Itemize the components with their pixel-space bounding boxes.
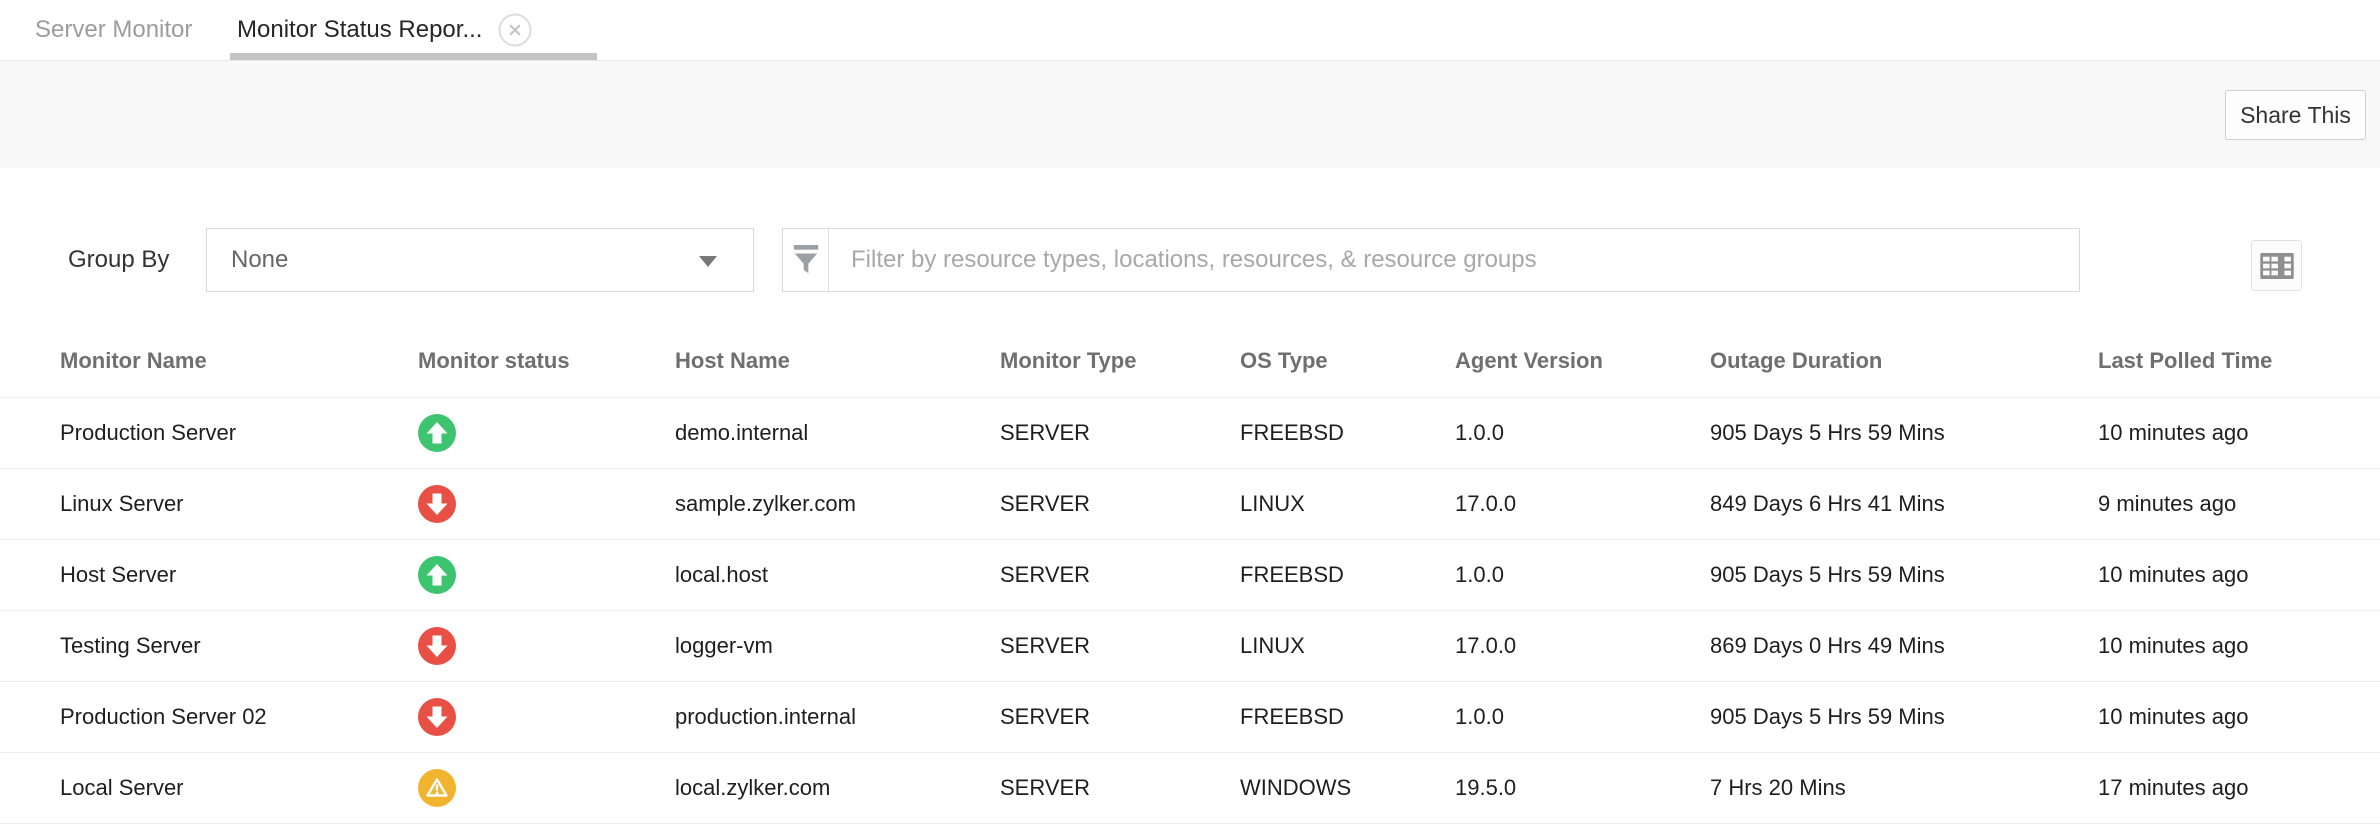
monitor-status-cell <box>418 610 675 681</box>
tab-server-monitor[interactable]: Server Monitor <box>35 0 192 60</box>
monitor-name-cell[interactable]: Production Server <box>0 397 418 468</box>
status-trouble-icon[interactable] <box>418 769 456 807</box>
monitor-name-cell[interactable]: Host Server <box>0 539 418 610</box>
group-by-label: Group By <box>68 228 169 292</box>
column-picker-button[interactable] <box>2251 240 2302 291</box>
host-name-cell: demo.internal <box>675 397 1000 468</box>
outage-duration-cell: 905 Days 5 Hrs 59 Mins <box>1710 397 2098 468</box>
last-polled-cell: 17 minutes ago <box>2098 752 2380 823</box>
column-header-last-polled-time[interactable]: Last Polled Time <box>2098 325 2380 397</box>
last-polled-cell: 10 minutes ago <box>2098 681 2380 752</box>
column-header-os-type[interactable]: OS Type <box>1240 325 1455 397</box>
outage-duration-cell: 905 Days 5 Hrs 59 Mins <box>1710 681 2098 752</box>
host-name-cell: production.internal <box>675 681 1000 752</box>
status-down-icon[interactable] <box>418 485 456 523</box>
host-name-cell: sample.zylker.com <box>675 468 1000 539</box>
os-type-cell: LINUX <box>1240 468 1455 539</box>
agent-version-cell: 1.0.0 <box>1455 681 1710 752</box>
monitor-type-cell: SERVER <box>1000 681 1240 752</box>
table-row[interactable]: Production Server 02 production.internal… <box>0 681 2380 752</box>
monitor-type-cell: SERVER <box>1000 468 1240 539</box>
table-row[interactable]: Linux Server sample.zylker.com SERVER LI… <box>0 468 2380 539</box>
agent-version-cell: 1.0.0 <box>1455 397 1710 468</box>
group-by-dropdown[interactable]: None <box>206 228 754 292</box>
monitor-name-cell[interactable]: Local Server <box>0 752 418 823</box>
monitor-name-cell[interactable]: Production Server 02 <box>0 681 418 752</box>
outage-duration-cell: 849 Days 6 Hrs 41 Mins <box>1710 468 2098 539</box>
host-name-cell: local.zylker.com <box>675 752 1000 823</box>
chevron-down-icon <box>699 256 717 267</box>
outage-duration-cell: 869 Days 0 Hrs 49 Mins <box>1710 610 2098 681</box>
monitor-status-cell <box>418 397 675 468</box>
table-row[interactable]: Testing Server logger-vm SERVER LINUX 17… <box>0 610 2380 681</box>
column-header-monitor-type[interactable]: Monitor Type <box>1000 325 1240 397</box>
monitor-status-cell <box>418 468 675 539</box>
table-grid-icon <box>2260 253 2294 279</box>
agent-version-cell: 1.0.0 <box>1455 539 1710 610</box>
funnel-icon <box>783 229 829 291</box>
column-header-monitor-status[interactable]: Monitor status <box>418 325 675 397</box>
host-name-cell: local.host <box>675 539 1000 610</box>
os-type-cell: FREEBSD <box>1240 681 1455 752</box>
table-body: Production Server demo.internal SERVER F… <box>0 397 2380 823</box>
column-header-agent-version[interactable]: Agent Version <box>1455 325 1710 397</box>
agent-version-cell: 17.0.0 <box>1455 468 1710 539</box>
agent-version-cell: 17.0.0 <box>1455 610 1710 681</box>
tab-label: Monitor Status Repor... <box>237 16 482 44</box>
monitor-status-cell <box>418 752 675 823</box>
table-row[interactable]: Production Server demo.internal SERVER F… <box>0 397 2380 468</box>
os-type-cell: LINUX <box>1240 610 1455 681</box>
last-polled-cell: 10 minutes ago <box>2098 610 2380 681</box>
monitor-type-cell: SERVER <box>1000 397 1240 468</box>
monitor-status-cell <box>418 681 675 752</box>
group-by-selected-value: None <box>231 229 288 291</box>
monitor-status-cell <box>418 539 675 610</box>
last-polled-cell: 10 minutes ago <box>2098 397 2380 468</box>
status-down-icon[interactable] <box>418 627 456 665</box>
tab-label: Server Monitor <box>35 16 192 44</box>
monitor-name-cell[interactable]: Testing Server <box>0 610 418 681</box>
monitor-status-table: Monitor Name Monitor status Host Name Mo… <box>0 325 2380 824</box>
tab-bar: Server Monitor Monitor Status Repor... <box>0 0 2380 60</box>
active-tab-underline <box>230 53 597 60</box>
agent-version-cell: 19.5.0 <box>1455 752 1710 823</box>
report-controls: Group By None <box>0 228 2380 292</box>
host-name-cell: logger-vm <box>675 610 1000 681</box>
status-up-icon[interactable] <box>418 556 456 594</box>
monitor-type-cell: SERVER <box>1000 539 1240 610</box>
monitor-type-cell: SERVER <box>1000 610 1240 681</box>
os-type-cell: WINDOWS <box>1240 752 1455 823</box>
last-polled-cell: 10 minutes ago <box>2098 539 2380 610</box>
outage-duration-cell: 7 Hrs 20 Mins <box>1710 752 2098 823</box>
monitor-type-cell: SERVER <box>1000 752 1240 823</box>
resource-filter-input[interactable] <box>829 229 2079 291</box>
column-header-host-name[interactable]: Host Name <box>675 325 1000 397</box>
share-this-button[interactable]: Share This <box>2225 90 2366 140</box>
monitor-name-cell[interactable]: Linux Server <box>0 468 418 539</box>
status-up-icon[interactable] <box>418 414 456 452</box>
status-down-icon[interactable] <box>418 698 456 736</box>
column-header-outage-duration[interactable]: Outage Duration <box>1710 325 2098 397</box>
table-row[interactable]: Host Server local.host SERVER FREEBSD 1.… <box>0 539 2380 610</box>
table-header-row: Monitor Name Monitor status Host Name Mo… <box>0 325 2380 397</box>
close-icon[interactable] <box>498 13 532 47</box>
tab-monitor-status-report[interactable]: Monitor Status Repor... <box>237 0 532 60</box>
last-polled-cell: 9 minutes ago <box>2098 468 2380 539</box>
os-type-cell: FREEBSD <box>1240 397 1455 468</box>
column-header-monitor-name[interactable]: Monitor Name <box>0 325 418 397</box>
toolbar-band: Share This <box>0 60 2380 168</box>
resource-filter-box <box>782 228 2080 292</box>
table-row[interactable]: Local Server local.zylker.com SERVER WIN… <box>0 752 2380 823</box>
os-type-cell: FREEBSD <box>1240 539 1455 610</box>
outage-duration-cell: 905 Days 5 Hrs 59 Mins <box>1710 539 2098 610</box>
